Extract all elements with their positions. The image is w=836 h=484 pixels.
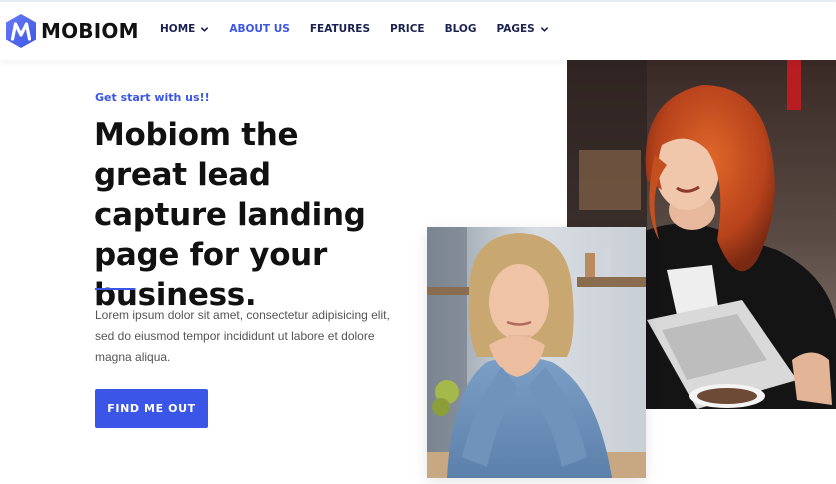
hero-body-text: Lorem ipsum dolor sit amet, consectetur … [95,308,390,364]
site-header: MOBIOM HOME ABOUT US FEATURES PRICE BLOG… [0,2,836,60]
nav-item-features[interactable]: FEATURES [310,23,370,35]
brand-logo[interactable]: MOBIOM [6,13,139,49]
nav-item-label: BLOG [444,23,477,35]
nav-item-home[interactable]: HOME [160,23,209,35]
nav-item-label: FEATURES [309,23,371,35]
hero-headline: Mobiom the great lead capture landing pa… [94,117,366,313]
m-logo-icon [6,14,36,48]
main-nav: HOME ABOUT US FEATURES PRICE BLOG PAGES [160,23,549,35]
chevron-down-icon [540,26,548,32]
find-me-out-button[interactable]: FIND ME OUT [95,389,208,428]
nav-item-label: PRICE [390,23,425,35]
nav-item-price[interactable]: PRICE [390,23,425,35]
nav-item-label: PAGES [496,23,535,35]
chevron-down-icon [201,26,209,32]
hero-image-front [427,227,646,478]
nav-item-label: HOME [160,23,196,35]
hero-divider [95,288,135,290]
nav-item-label: ABOUT US [229,23,290,35]
photo-blonde-woman [427,227,646,478]
nav-item-about-us[interactable]: ABOUT US [229,23,290,35]
brand-name: MOBIOM [41,19,139,43]
nav-item-pages[interactable]: PAGES [496,23,548,35]
nav-item-blog[interactable]: BLOG [445,23,477,35]
hero-eyebrow: Get start with us!! [95,91,210,104]
